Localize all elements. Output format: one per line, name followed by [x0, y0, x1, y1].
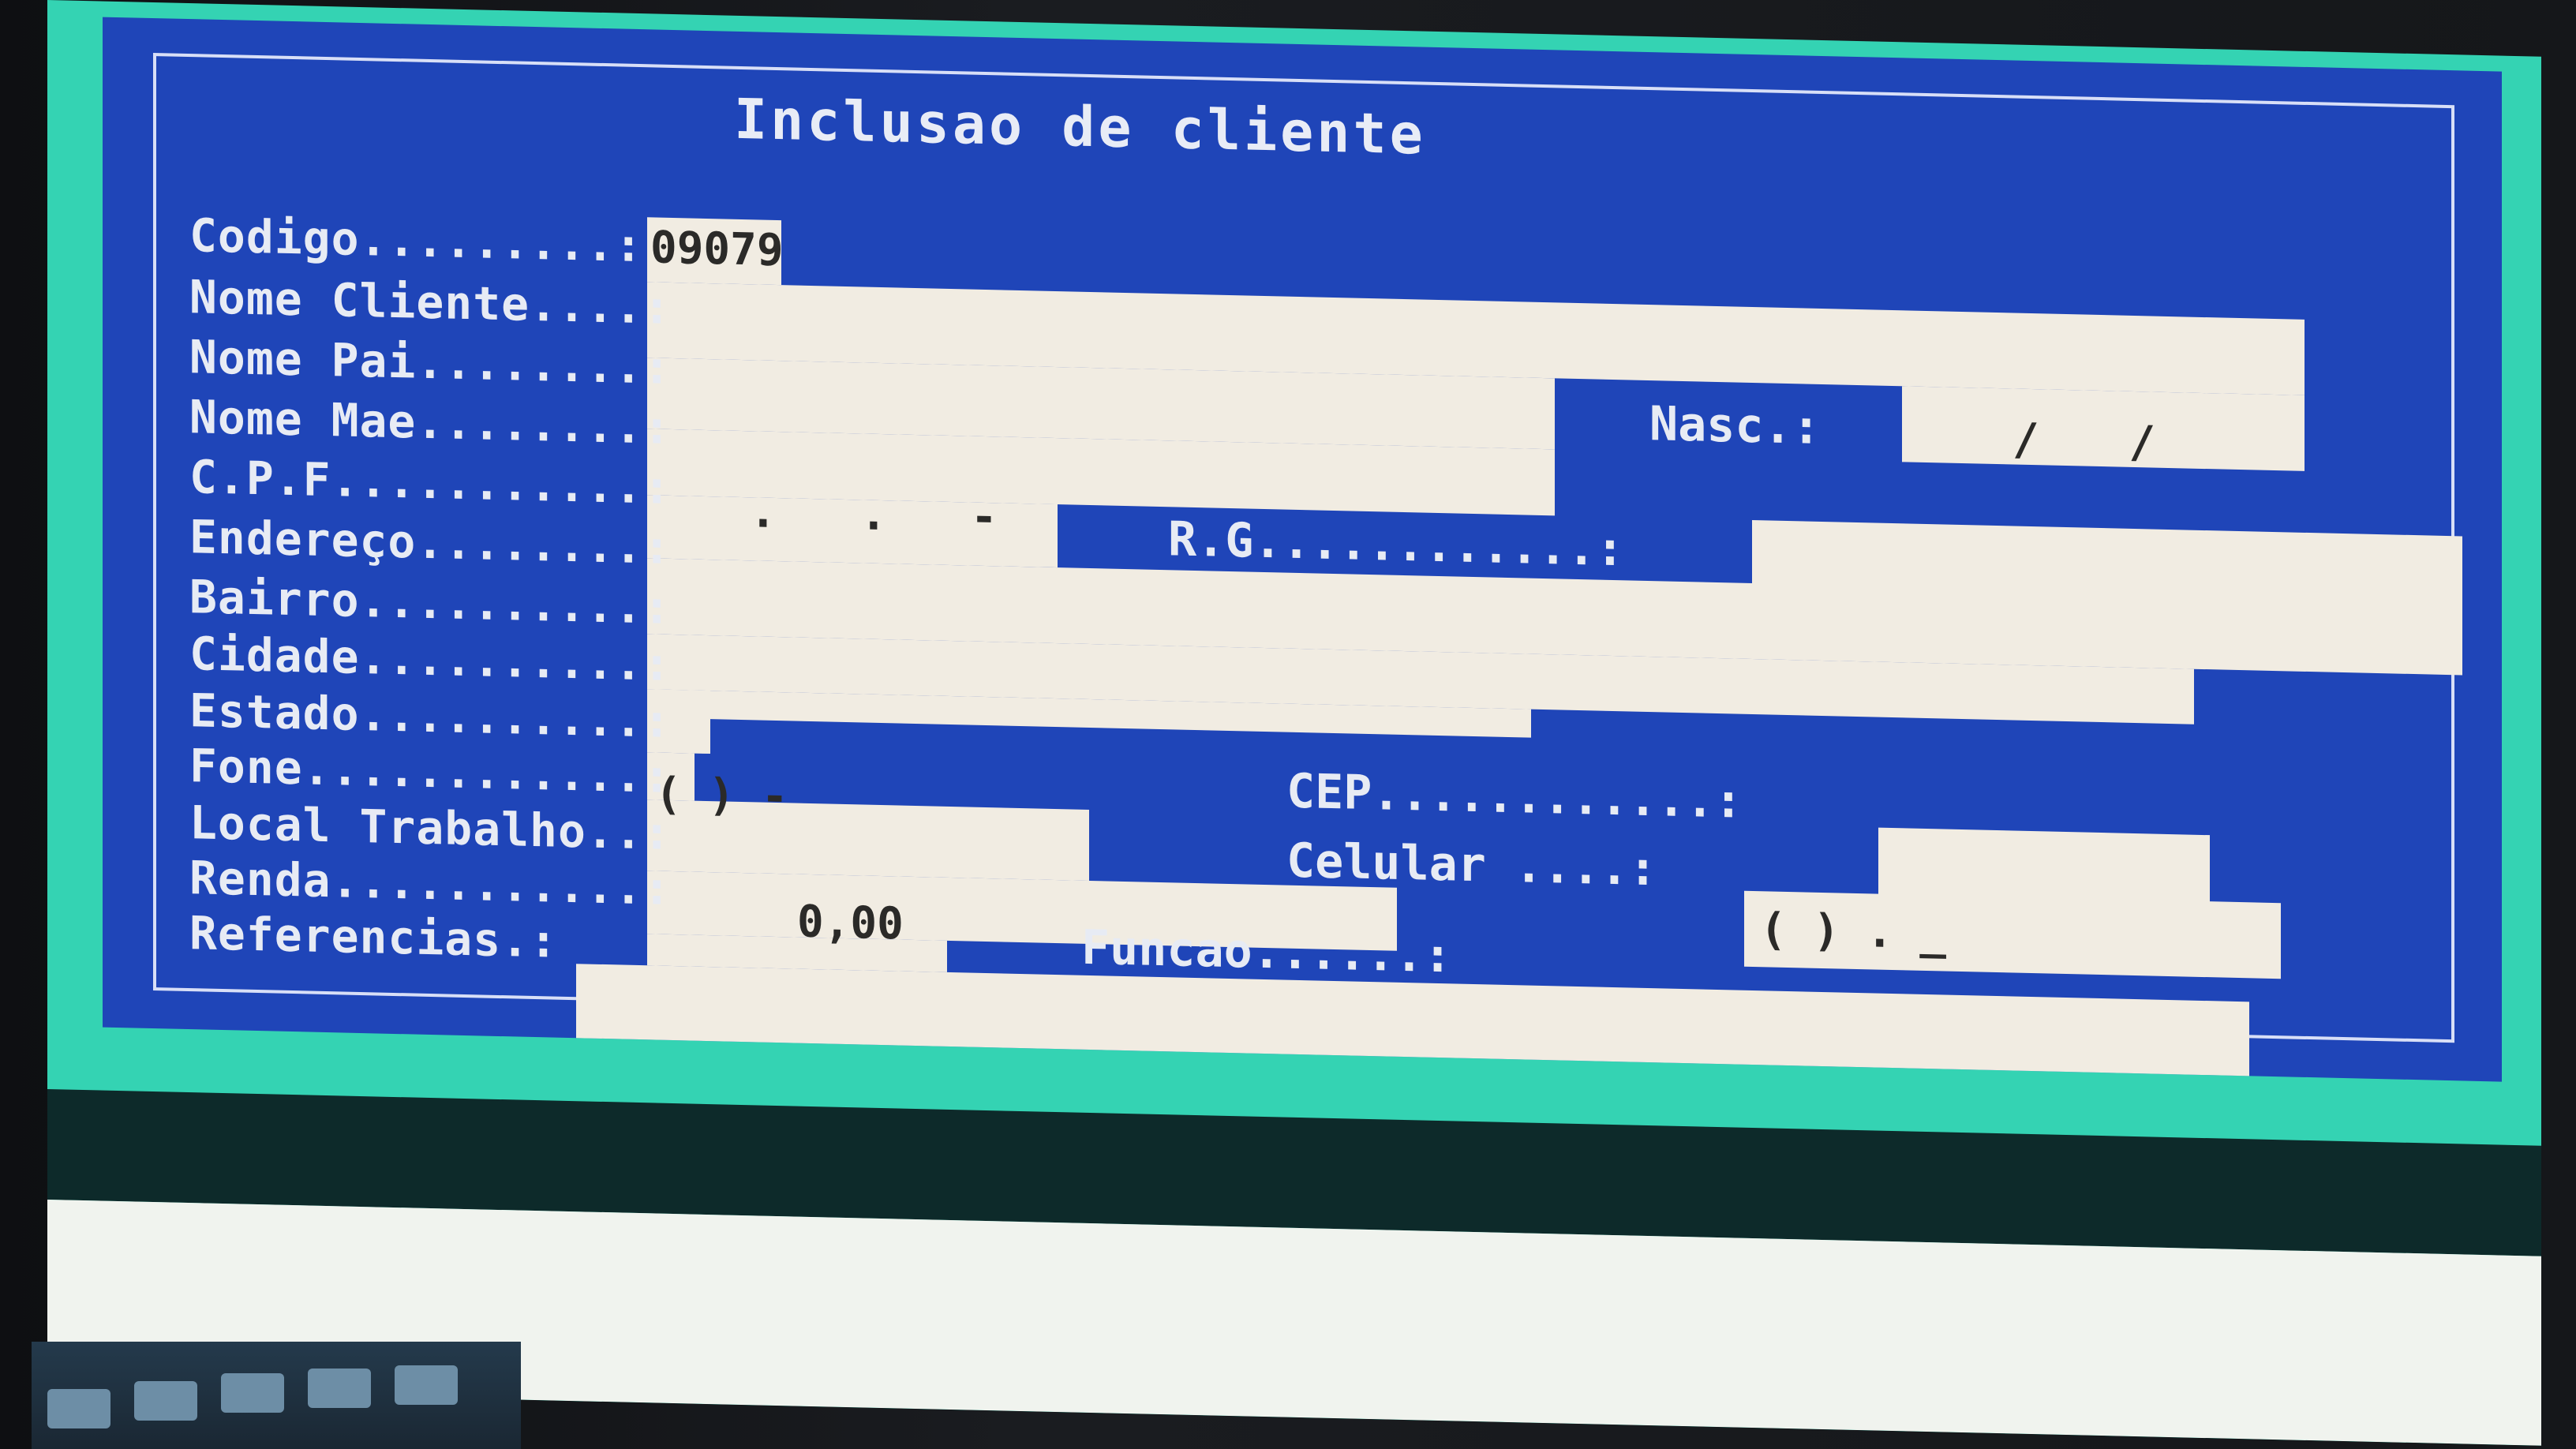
nasc-date-mask: / / [2012, 414, 2188, 470]
label-codigo: Codigo.........: [189, 208, 643, 273]
fone-mask: ( ) - [655, 768, 788, 823]
label-local-trabalho: Local Trabalho..: [189, 796, 672, 860]
client-form-window: Inclusao de cliente Codigo.........: Nom… [103, 17, 2502, 1082]
cpf-mask-dot2: . [860, 489, 887, 541]
codigo-value: 09079 [650, 222, 784, 277]
label-estado: Estado..........: [189, 683, 672, 748]
keyboard-key [308, 1368, 371, 1408]
label-referencias: Referencias.: [189, 906, 558, 968]
keyboard-key [395, 1365, 458, 1405]
celular-mask: ( ) . _ [1760, 904, 1947, 960]
keyboard-key [221, 1373, 284, 1413]
cpf-mask-dash: - [971, 491, 998, 544]
keyboard-key [47, 1389, 110, 1428]
label-nome-mae: Nome Mae........: [189, 390, 672, 455]
label-funcao: Funcao......: [1081, 919, 1452, 984]
label-nome-pai: Nome Pai........: [189, 330, 672, 395]
label-fone: Fone............: [189, 739, 672, 803]
label-bairro: Bairro..........: [189, 570, 672, 635]
label-nome-cliente: Nome Cliente....: [189, 270, 672, 335]
label-cpf: C.P.F...........: [189, 450, 672, 515]
renda-value: 0,00 [797, 896, 904, 950]
keyboard-edge [32, 1342, 521, 1449]
monitor-screen: Inclusao de cliente Codigo.........: Nom… [47, 0, 2541, 1446]
label-rg: R.G............: [1168, 511, 1624, 578]
label-renda: Renda...........: [189, 851, 672, 915]
label-celular: Celular ....: [1286, 833, 1657, 897]
label-endereco: Endereço........: [189, 510, 672, 575]
cpf-mask-dot1: . [750, 486, 777, 538]
label-cidade: Cidade..........: [189, 627, 672, 691]
label-nasc: Nasc.: [1649, 396, 1821, 455]
label-cep: CEP............: [1286, 763, 1743, 829]
keyboard-key [134, 1381, 197, 1421]
